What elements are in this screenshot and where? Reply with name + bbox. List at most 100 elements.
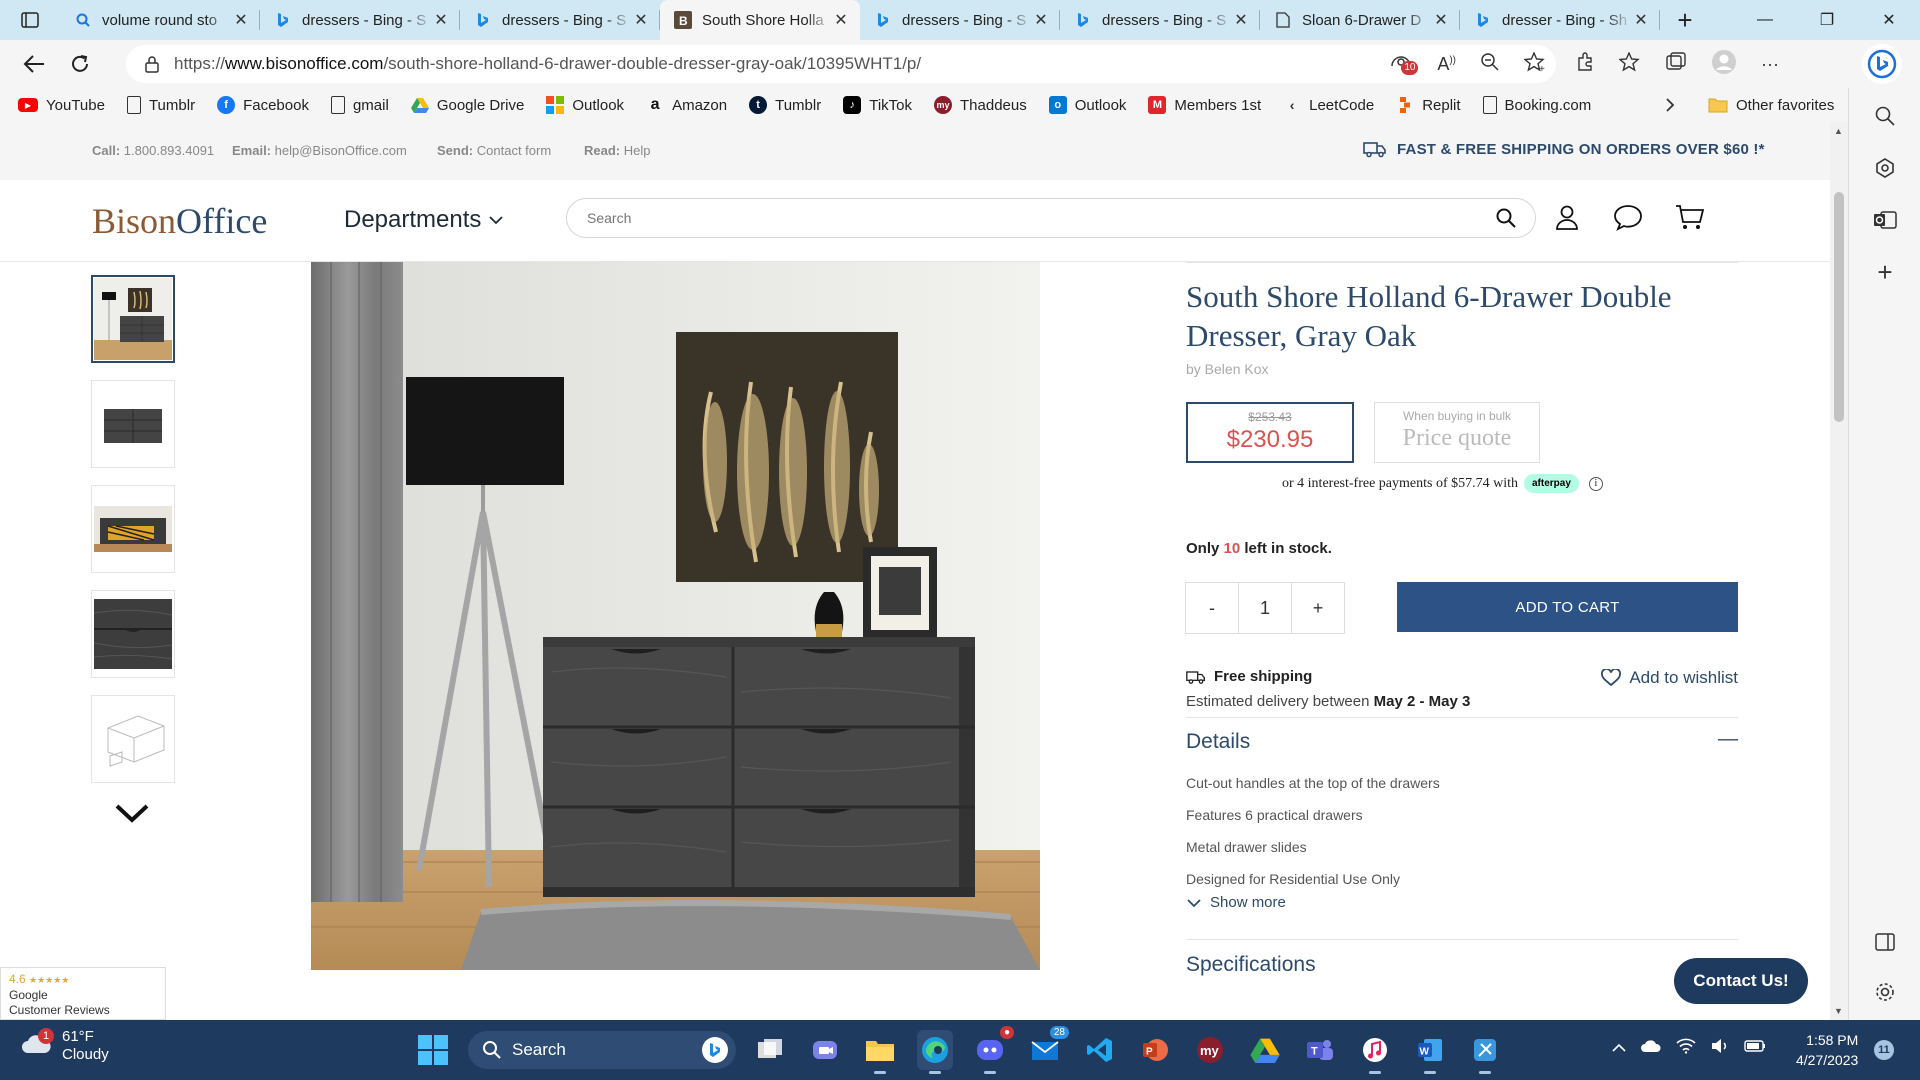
price-box[interactable]: $253.43 $230.95 [1186, 402, 1354, 463]
edge-browser-icon[interactable] [917, 1030, 953, 1074]
close-window-icon[interactable]: ✕ [1858, 0, 1920, 40]
add-sidebar-icon[interactable]: + [1871, 257, 1899, 287]
qty-input[interactable]: 1 [1238, 582, 1292, 634]
close-icon[interactable]: ✕ [832, 10, 850, 30]
close-icon[interactable]: ✕ [632, 10, 650, 30]
scrollbar-thumb[interactable] [1834, 192, 1844, 422]
split-screen-icon[interactable] [1871, 928, 1899, 956]
notification-badge[interactable]: 11 [1874, 1040, 1894, 1060]
minimize-icon[interactable]: — [1734, 0, 1796, 40]
browser-tab[interactable]: dressers - Bing - S ✕ [460, 0, 660, 40]
close-icon[interactable]: ✕ [1432, 10, 1450, 30]
onedrive-cloud-icon[interactable] [1640, 1039, 1662, 1056]
favorite-outlook[interactable]: o Outlook [1048, 96, 1126, 114]
close-icon[interactable]: ✕ [432, 10, 450, 30]
favorite-thaddeus[interactable]: my Thaddeus [934, 96, 1027, 114]
add-to-wishlist-button[interactable]: Add to wishlist [1601, 668, 1738, 688]
bing-copilot-button[interactable] [1862, 44, 1902, 84]
close-icon[interactable]: ✕ [1632, 10, 1650, 30]
call-info[interactable]: Call: 1.800.893.4091 [92, 143, 214, 158]
zoom-out-icon[interactable] [1480, 52, 1500, 77]
departments-menu[interactable]: Departments [344, 206, 504, 234]
system-clock[interactable]: 1:58 PM 4/27/2023 [1796, 1030, 1858, 1070]
file-explorer-icon[interactable] [862, 1030, 898, 1074]
outlook-sidebar-icon[interactable] [1871, 206, 1899, 234]
url-field[interactable]: https://www.bisonoffice.com/south-shore-… [126, 45, 1556, 83]
other-favorites-folder[interactable]: Other favorites [1708, 88, 1834, 122]
refresh-button[interactable] [60, 44, 100, 84]
favorite-leetcode[interactable]: ‹ LeetCode [1283, 96, 1374, 114]
favorite-facebook[interactable]: f Facebook [217, 96, 309, 114]
cart-icon[interactable] [1674, 202, 1706, 237]
copilot-shapes-icon[interactable] [1871, 154, 1899, 182]
favorites-icon[interactable] [1618, 50, 1641, 77]
profile-avatar-icon[interactable] [1711, 49, 1737, 80]
show-more-button[interactable]: Show more [1186, 894, 1286, 911]
snipping-tool-icon[interactable] [1467, 1030, 1503, 1074]
specifications-heading[interactable]: Specifications [1186, 953, 1316, 977]
add-to-cart-button[interactable]: ADD TO CART [1397, 582, 1738, 632]
favorite-outlook-ms[interactable]: Outlook [546, 96, 624, 114]
afterpay-logo[interactable]: afterpay [1524, 474, 1579, 493]
browser-tab[interactable]: volume round sto ✕ [60, 0, 260, 40]
google-drive-icon[interactable] [1247, 1030, 1283, 1070]
browser-tab[interactable]: dressers - Bing - S ✕ [860, 0, 1060, 40]
product-brand[interactable]: by Belen Kox [1186, 361, 1738, 377]
restore-icon[interactable]: ❐ [1796, 0, 1858, 40]
favorite-tiktok[interactable]: ♪ TikTok [843, 96, 912, 114]
account-icon[interactable] [1552, 202, 1582, 237]
favorite-booking[interactable]: Booking.com [1482, 96, 1591, 114]
browser-tab[interactable]: dressers - Bing - S ✕ [1060, 0, 1260, 40]
thumbnail-2[interactable] [91, 380, 175, 468]
thumbnail-4[interactable] [91, 590, 175, 678]
favorite-gmail[interactable]: gmail [330, 96, 389, 114]
favorite-members-1st[interactable]: M Members 1st [1148, 96, 1261, 114]
my-app-icon[interactable]: my [1192, 1030, 1228, 1070]
browser-tab-active[interactable]: B South Shore Holla ✕ [660, 0, 860, 40]
itunes-icon[interactable] [1357, 1030, 1393, 1074]
search-icon[interactable] [1495, 207, 1517, 234]
settings-gear-icon[interactable] [1871, 978, 1899, 1006]
chat-icon[interactable] [1612, 202, 1644, 237]
browser-tab[interactable]: Sloan 6-Drawer D ✕ [1260, 0, 1460, 40]
close-icon[interactable]: ✕ [1032, 10, 1050, 30]
qty-increment-button[interactable]: + [1291, 582, 1345, 634]
search-input[interactable] [587, 210, 1467, 226]
google-reviews-widget[interactable]: 4.6 ★★★★★ Google Customer Reviews [0, 967, 166, 1020]
teams-chat-icon[interactable] [807, 1030, 843, 1070]
weather-widget[interactable]: 1 61°F Cloudy [20, 1028, 109, 1064]
start-button[interactable] [418, 1035, 448, 1070]
tracking-prevention-icon[interactable]: 10 [1389, 53, 1419, 75]
contact-us-button[interactable]: Contact Us! [1674, 958, 1808, 1004]
mail-icon[interactable]: 28 [1027, 1026, 1069, 1070]
favorites-overflow-chevron-icon[interactable] [1664, 88, 1676, 122]
details-heading[interactable]: Details [1186, 730, 1250, 754]
task-view-icon[interactable] [752, 1030, 788, 1070]
extensions-icon[interactable] [1575, 51, 1595, 77]
thumbnail-next-chevron-icon[interactable] [114, 802, 150, 829]
discord-icon[interactable]: ● [972, 1026, 1014, 1074]
search-sidebar-icon[interactable] [1871, 102, 1899, 130]
powerpoint-icon[interactable]: P [1137, 1030, 1173, 1070]
wifi-icon[interactable] [1676, 1038, 1696, 1057]
volume-icon[interactable] [1710, 1038, 1730, 1057]
send-info[interactable]: Send: Contact form [437, 143, 551, 158]
qty-decrement-button[interactable]: - [1185, 582, 1239, 634]
thumbnail-5[interactable] [91, 695, 175, 783]
email-info[interactable]: Email: help@BisonOffice.com [232, 143, 407, 158]
battery-icon[interactable] [1744, 1039, 1766, 1056]
more-options-icon[interactable]: ··· [1761, 54, 1779, 75]
thumbnail-3[interactable] [91, 485, 175, 573]
close-icon[interactable]: ✕ [232, 10, 250, 30]
site-logo[interactable]: BisonOffice [92, 200, 267, 242]
collections-icon[interactable] [1665, 51, 1687, 77]
main-product-image[interactable] [311, 262, 1040, 970]
scroll-down-icon[interactable]: ▼ [1834, 1006, 1843, 1016]
chevron-up-icon[interactable] [1612, 1040, 1626, 1056]
teams-icon[interactable]: T [1302, 1030, 1338, 1070]
new-tab-button[interactable]: + [1660, 0, 1710, 40]
add-favorite-icon[interactable]: + [1523, 50, 1546, 77]
tab-actions-button[interactable] [0, 0, 60, 40]
back-button[interactable] [14, 44, 54, 84]
thumbnail-1[interactable] [91, 275, 175, 363]
